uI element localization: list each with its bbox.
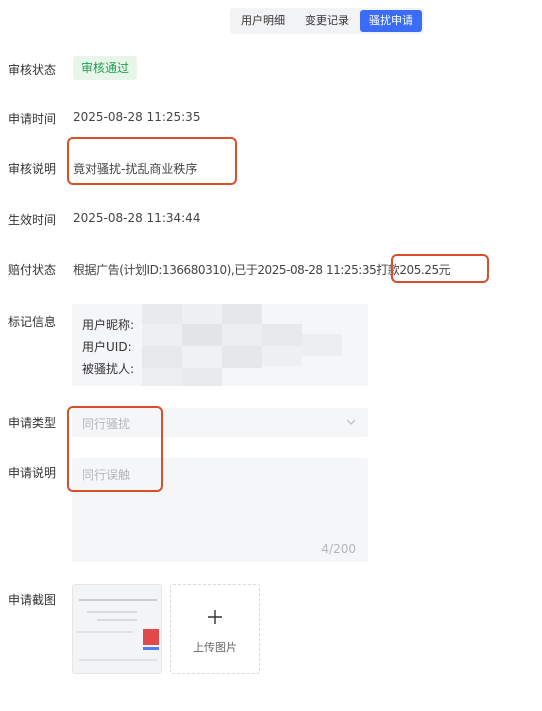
apply-note-placeholder: 同行误触 — [82, 468, 131, 482]
thumbnail-line — [77, 631, 133, 633]
thumbnail-line — [87, 611, 137, 613]
apply-screenshot-label: 申请截图 — [8, 593, 57, 607]
mark-info-box: 用户昵称: 用户UID: 被骚扰人: — [72, 304, 368, 386]
tab-bar: 用户明细 变更记录 骚扰申请 — [230, 8, 424, 34]
compensation-status-label: 赔付状态 — [8, 263, 57, 277]
review-status-label: 审核状态 — [8, 63, 57, 77]
mark-info-harassed: 被骚扰人: — [82, 362, 135, 376]
effective-time-label: 生效时间 — [8, 213, 57, 227]
plus-icon — [208, 610, 222, 624]
apply-time-label: 申请时间 — [8, 112, 57, 126]
status-badge: 审核通过 — [73, 56, 138, 80]
mark-info-uid: 用户UID: — [82, 340, 132, 354]
tab-user-details[interactable]: 用户明细 — [232, 10, 294, 32]
review-note-value: 竟对骚扰-扰乱商业秩序 — [73, 162, 198, 176]
effective-time-value: 2025-08-28 11:34:44 — [73, 211, 201, 225]
apply-type-label: 申请类型 — [8, 416, 57, 430]
compensation-status-value: 根据广告(计划ID:136680310),已于2025-08-28 11:25:… — [73, 263, 451, 277]
upload-image-button[interactable]: 上传图片 — [170, 584, 260, 674]
thumbnail-line — [79, 659, 157, 661]
thumbnail-line — [79, 599, 157, 601]
screenshot-thumbnail[interactable] — [72, 584, 162, 674]
mark-info-nickname: 用户昵称: — [82, 318, 135, 332]
thumbnail-button — [143, 647, 159, 650]
mark-info-label: 标记信息 — [8, 315, 57, 329]
review-note-label: 审核说明 — [8, 162, 57, 176]
chevron-down-icon — [346, 419, 356, 425]
apply-note-textarea[interactable]: 同行误触 4/200 — [72, 458, 368, 562]
apply-type-placeholder: 同行骚扰 — [82, 417, 131, 431]
apply-note-label: 申请说明 — [8, 466, 57, 480]
thumbnail-image — [143, 629, 159, 645]
character-counter: 4/200 — [321, 542, 356, 556]
tab-harassment-application[interactable]: 骚扰申请 — [360, 10, 422, 32]
apply-type-select[interactable]: 同行骚扰 — [72, 408, 368, 437]
upload-image-label: 上传图片 — [193, 641, 237, 654]
tab-change-log[interactable]: 变更记录 — [296, 10, 358, 32]
thumbnail-line — [97, 619, 137, 621]
redaction-mosaic — [142, 304, 362, 386]
apply-time-value: 2025-08-28 11:25:35 — [73, 110, 201, 124]
